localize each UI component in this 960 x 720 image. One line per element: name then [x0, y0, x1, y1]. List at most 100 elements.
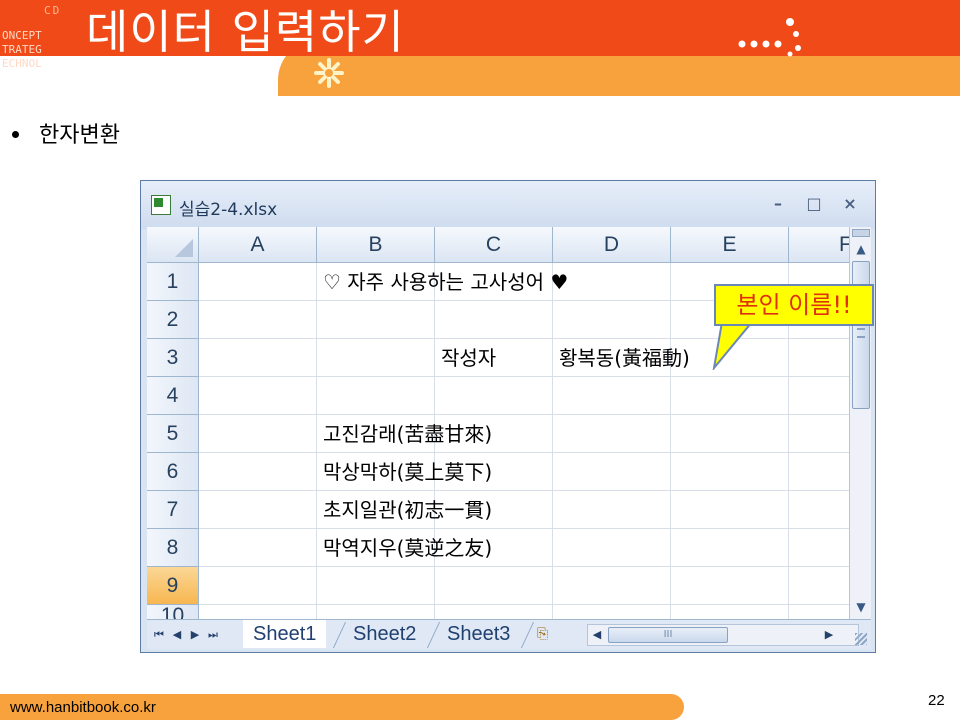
column-header-e[interactable]: E [671, 227, 789, 263]
horizontal-scrollbar[interactable]: ◀ III ▶ [587, 624, 859, 646]
cell[interactable] [199, 567, 317, 605]
cell-d3[interactable]: 황복동(黃福動) [559, 339, 690, 377]
window-titlebar[interactable]: 실습2-4.xlsx – □ × [141, 181, 875, 229]
cell-b7[interactable]: 초지일관(初志一貫) [323, 491, 492, 529]
cell[interactable] [435, 377, 553, 415]
cell[interactable] [199, 453, 317, 491]
cell[interactable] [671, 567, 789, 605]
cell[interactable] [317, 605, 435, 619]
logo-line-3: ECHNOL [2, 57, 42, 70]
cell[interactable] [317, 567, 435, 605]
first-sheet-button[interactable]: ⏮ [151, 626, 167, 644]
horizontal-scroll-thumb[interactable]: III [608, 627, 728, 643]
cell[interactable] [789, 453, 849, 491]
scroll-left-arrow-icon[interactable]: ◀ [590, 627, 604, 643]
close-button[interactable]: × [839, 193, 861, 215]
logo-line-1: ONCEPT [2, 29, 42, 42]
split-box[interactable] [852, 229, 870, 237]
cell[interactable] [199, 605, 317, 619]
cell[interactable] [199, 491, 317, 529]
dots-decoration-icon [738, 18, 801, 57]
column-header-c[interactable]: C [435, 227, 553, 263]
cell[interactable] [671, 377, 789, 415]
resize-grip-icon[interactable] [855, 633, 867, 645]
sheet-tab-sheet1[interactable]: Sheet1 [243, 620, 327, 648]
row-header-1[interactable]: 1 [147, 263, 199, 301]
row-header-9[interactable]: 9 [147, 567, 199, 605]
scroll-up-arrow-icon[interactable]: ▲ [852, 239, 870, 259]
column-header-a[interactable]: A [199, 227, 317, 263]
cell[interactable] [435, 605, 553, 619]
column-header-f[interactable]: F [789, 227, 849, 263]
scroll-down-arrow-icon[interactable]: ▼ [852, 597, 870, 617]
cell[interactable] [199, 339, 317, 377]
cell[interactable] [553, 453, 671, 491]
scroll-right-arrow-icon[interactable]: ▶ [822, 627, 836, 643]
select-all-corner[interactable] [147, 227, 199, 263]
cell[interactable] [789, 491, 849, 529]
flower-decoration-icon [314, 58, 344, 88]
row-header-8[interactable]: 8 [147, 529, 199, 567]
cell[interactable] [553, 567, 671, 605]
cell[interactable] [671, 415, 789, 453]
cell[interactable] [435, 567, 553, 605]
cell[interactable] [199, 377, 317, 415]
sheet-tab-bar: ⏮ ◀ ▶ ⏭ Sheet1 Sheet2 Sheet3 ⎘ ◀ III ▶ [147, 619, 871, 649]
cell-b6[interactable]: 막상막하(莫上莫下) [323, 453, 492, 491]
cell[interactable] [317, 339, 435, 377]
cell[interactable] [553, 377, 671, 415]
maximize-button[interactable]: □ [803, 193, 825, 215]
row-header-10[interactable]: 10 [147, 605, 199, 619]
cell-b1[interactable]: ♡ 자주 사용하는 고사성어 ♥ [323, 263, 568, 301]
cell[interactable] [553, 529, 671, 567]
cell[interactable] [553, 491, 671, 529]
cell[interactable] [789, 605, 849, 619]
cell[interactable] [789, 415, 849, 453]
cell[interactable] [671, 453, 789, 491]
logo: CD ONCEPT TRATEG ECHNOL [0, 4, 72, 80]
row-header-3[interactable]: 3 [147, 339, 199, 377]
tab-separator [520, 622, 535, 648]
row-header-2[interactable]: 2 [147, 301, 199, 339]
callout-pointer [712, 322, 754, 370]
row-header-6[interactable]: 6 [147, 453, 199, 491]
cell[interactable] [789, 529, 849, 567]
row-header-4[interactable]: 4 [147, 377, 199, 415]
column-header-d[interactable]: D [553, 227, 671, 263]
cell[interactable] [317, 377, 435, 415]
cell[interactable] [199, 415, 317, 453]
cell[interactable] [199, 263, 317, 301]
cell[interactable] [553, 605, 671, 619]
cell-c3[interactable]: 작성자 [441, 339, 496, 377]
cell[interactable] [553, 415, 671, 453]
sheet-tab-sheet2[interactable]: Sheet2 [343, 620, 426, 648]
prev-sheet-button[interactable]: ◀ [169, 626, 185, 644]
grip-icon [857, 328, 865, 338]
cell[interactable] [789, 567, 849, 605]
next-sheet-button[interactable]: ▶ [187, 626, 203, 644]
insert-sheet-icon[interactable]: ⎘ [537, 626, 559, 644]
footer-url[interactable]: www.hanbitbook.co.kr [10, 699, 156, 716]
minimize-button[interactable]: – [767, 193, 789, 215]
excel-file-icon[interactable] [151, 195, 171, 215]
last-sheet-button[interactable]: ⏭ [205, 626, 221, 644]
cell[interactable] [199, 301, 317, 339]
cell-b5[interactable]: 고진감래(苦盡甘來) [323, 415, 492, 453]
window-title: 실습2-4.xlsx [179, 200, 278, 220]
cell[interactable] [199, 529, 317, 567]
row-header-7[interactable]: 7 [147, 491, 199, 529]
cell-b8[interactable]: 막역지우(莫逆之友) [323, 529, 492, 567]
cell[interactable] [671, 491, 789, 529]
page-number: 22 [928, 692, 945, 709]
cell[interactable] [553, 301, 671, 339]
cell[interactable] [789, 377, 849, 415]
cell[interactable] [317, 301, 435, 339]
row-header-5[interactable]: 5 [147, 415, 199, 453]
cell[interactable] [671, 529, 789, 567]
cell[interactable] [789, 339, 849, 377]
column-header-b[interactable]: B [317, 227, 435, 263]
cell[interactable] [435, 301, 553, 339]
sheet-tab-sheet3[interactable]: Sheet3 [437, 620, 520, 648]
cell[interactable] [671, 605, 789, 619]
cell[interactable] [553, 263, 671, 301]
